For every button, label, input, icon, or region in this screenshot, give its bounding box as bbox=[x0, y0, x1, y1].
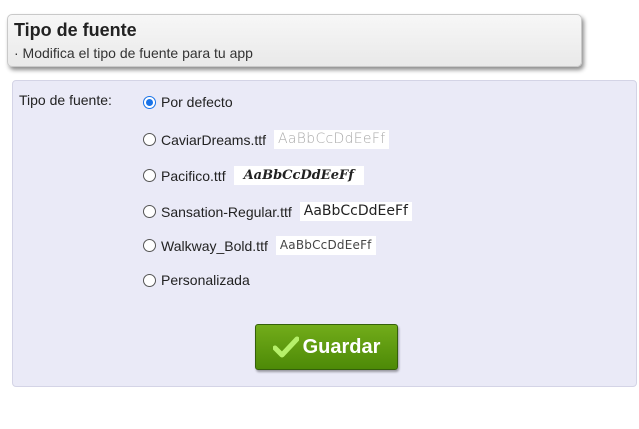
page-header: Tipo de fuente · Modifica el tipo de fue… bbox=[7, 14, 582, 67]
option-label: Por defecto bbox=[161, 94, 233, 110]
radio-default[interactable] bbox=[143, 95, 156, 109]
page-subtitle: · Modifica el tipo de fuente para tu app bbox=[14, 45, 253, 61]
font-sample-caviardreams: AaBbCcDdEeFf bbox=[274, 130, 390, 149]
option-label: Walkway_Bold.ttf bbox=[161, 237, 268, 254]
option-walkway[interactable]: Walkway_Bold.ttf AaBbCcDdEeFf bbox=[143, 236, 376, 255]
option-label: Sansation-Regular.ttf bbox=[161, 203, 292, 220]
option-pacifico[interactable]: Pacifico.ttf AaBbCcDdEeFf bbox=[143, 166, 364, 185]
radio-walkway[interactable] bbox=[143, 239, 156, 252]
font-sample-pacifico: AaBbCcDdEeFf bbox=[233, 166, 364, 185]
save-button-label: Guardar bbox=[302, 335, 381, 358]
font-type-label: Tipo de fuente: bbox=[19, 92, 112, 108]
checkmark-icon bbox=[272, 336, 299, 358]
option-default[interactable]: Por defecto bbox=[143, 94, 233, 110]
option-personalizada[interactable]: Personalizada bbox=[143, 272, 250, 288]
font-settings-panel: Tipo de fuente: Por defecto CaviarDreams… bbox=[12, 80, 637, 387]
font-sample-walkway: AaBbCcDdEeFf bbox=[275, 236, 376, 255]
option-label: Personalizada bbox=[161, 272, 250, 288]
option-caviardreams[interactable]: CaviarDreams.ttf AaBbCcDdEeFf bbox=[143, 130, 390, 149]
page-title: Tipo de fuente bbox=[14, 20, 137, 40]
option-label: Pacifico.ttf bbox=[161, 167, 226, 184]
option-sansation[interactable]: Sansation-Regular.ttf AaBbCcDdEeFf bbox=[143, 202, 412, 221]
save-button[interactable]: Guardar bbox=[255, 324, 398, 370]
option-label: CaviarDreams.ttf bbox=[161, 131, 267, 148]
radio-sansation[interactable] bbox=[143, 205, 156, 218]
radio-caviardreams[interactable] bbox=[143, 133, 156, 146]
radio-personalizada[interactable] bbox=[143, 273, 156, 287]
font-sample-sansation: AaBbCcDdEeFf bbox=[299, 202, 412, 221]
radio-pacifico[interactable] bbox=[143, 169, 156, 182]
